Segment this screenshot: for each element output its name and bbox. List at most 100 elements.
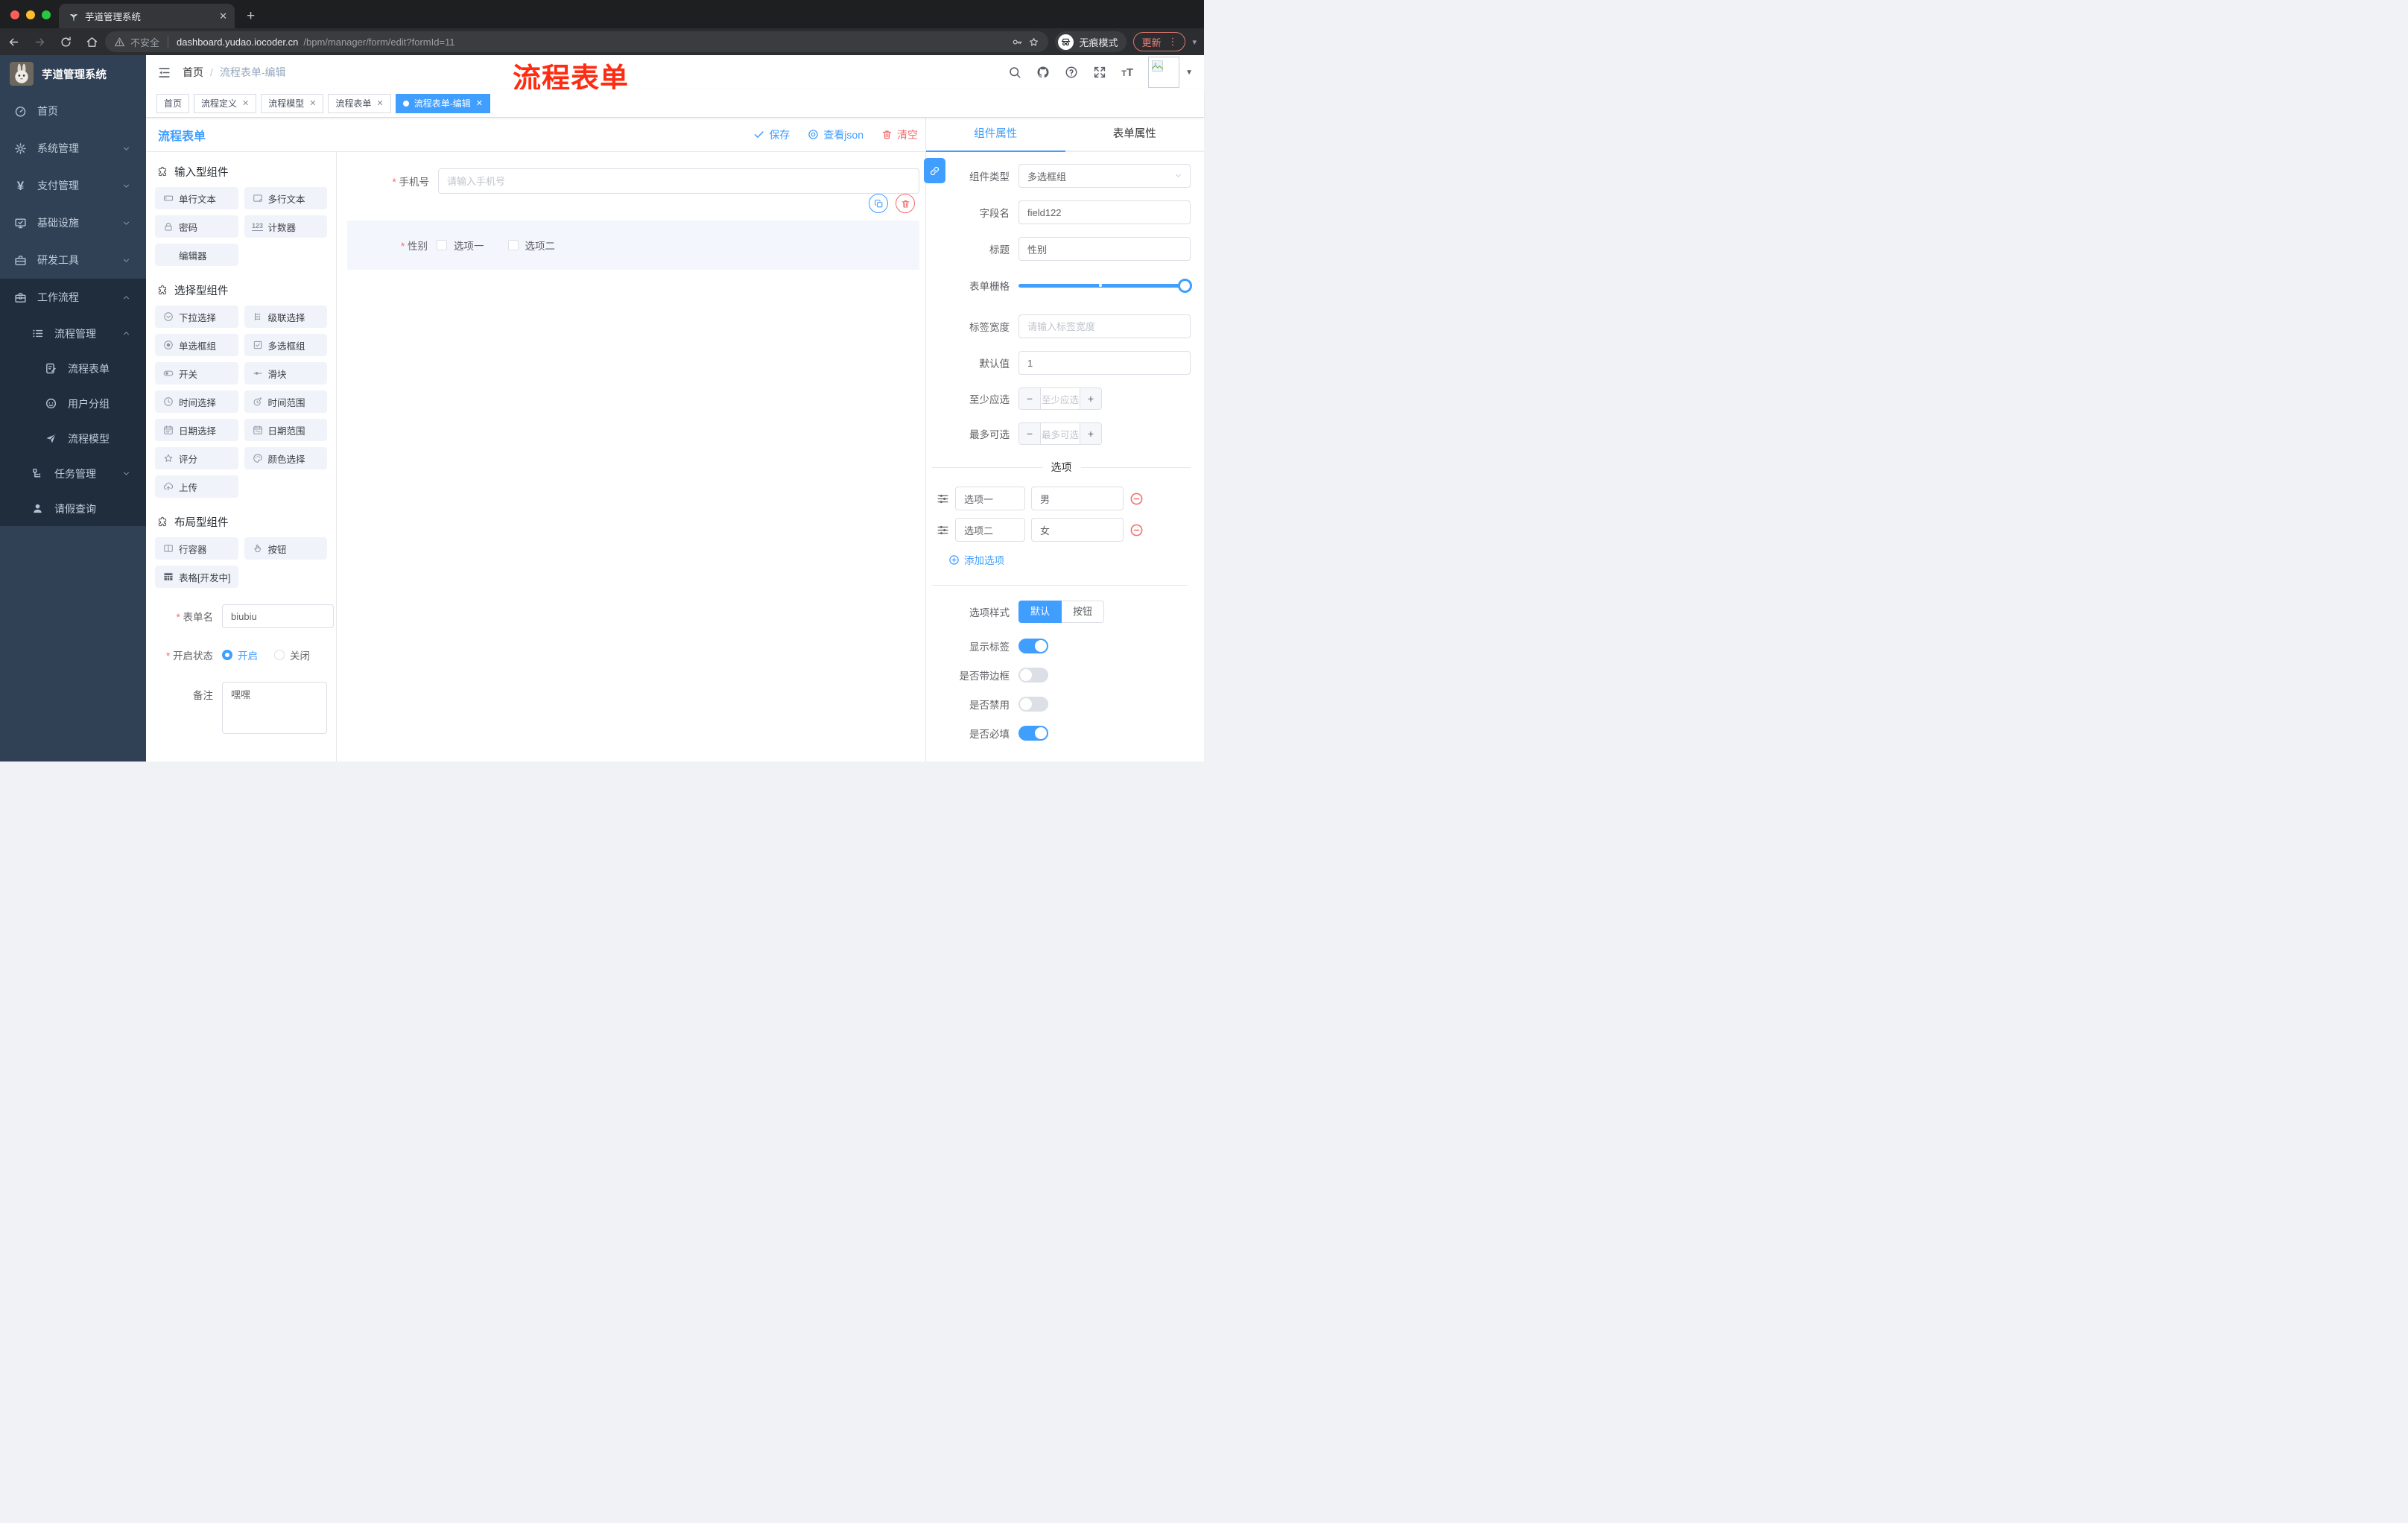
tag-流程表单-编辑[interactable]: 流程表单-编辑 ✕ xyxy=(395,93,490,113)
tag-close-icon[interactable]: ✕ xyxy=(476,98,483,108)
sidebar-logo-row[interactable]: 芋道管理系统 xyxy=(0,55,146,92)
tag-首页[interactable]: 首页 xyxy=(156,93,190,113)
form-grid-slider[interactable] xyxy=(1018,273,1192,297)
drag-sliders-icon[interactable] xyxy=(937,524,949,536)
link-badge-button[interactable] xyxy=(924,158,945,183)
add-option-button[interactable]: 添加选项 xyxy=(948,552,1191,567)
palette-chip-滑块[interactable]: 滑块 xyxy=(244,362,327,384)
palette-chip-计数器[interactable]: 123 计数器 xyxy=(244,215,327,238)
palette-chip-上传[interactable]: 上传 xyxy=(155,475,238,498)
profile-caret-icon[interactable]: ▾ xyxy=(1192,37,1197,47)
toggle-是否必填[interactable] xyxy=(1018,726,1048,741)
delete-component-button[interactable] xyxy=(896,194,915,213)
stepper-plus-button[interactable]: + xyxy=(1080,388,1101,409)
palette-chip-时间选择[interactable]: 时间选择 xyxy=(155,390,238,413)
tag-流程模型[interactable]: 流程模型 ✕ xyxy=(261,93,324,113)
bookmark-star-icon[interactable] xyxy=(1028,37,1039,48)
label-width-input[interactable] xyxy=(1018,314,1191,338)
toggle-是否禁用[interactable] xyxy=(1018,697,1048,712)
sidebar-item-流程模型[interactable]: 流程模型 xyxy=(0,421,146,456)
sidebar-item-工作流程[interactable]: 工作流程 xyxy=(0,279,146,316)
sidebar-item-系统管理[interactable]: 系统管理 xyxy=(0,130,146,167)
drag-sliders-icon[interactable] xyxy=(937,493,949,505)
new-tab-button[interactable]: + xyxy=(247,8,255,28)
stepper-plus-button[interactable]: + xyxy=(1080,423,1101,444)
sidebar-item-任务管理[interactable]: 任务管理 xyxy=(0,456,146,491)
title-input[interactable] xyxy=(1018,237,1191,261)
component-type-select[interactable] xyxy=(1018,164,1191,188)
breadcrumb-home[interactable]: 首页 xyxy=(183,65,203,80)
checkbox-option-选项二[interactable]: 选项二 xyxy=(507,238,555,253)
form-remark-textarea[interactable]: 嘿嘿 xyxy=(222,682,327,734)
key-icon[interactable] xyxy=(1012,37,1023,48)
github-icon[interactable] xyxy=(1036,66,1050,79)
zoom-window-button[interactable] xyxy=(42,10,51,19)
designer-action-查看json[interactable]: 查看json xyxy=(808,127,864,142)
palette-chip-行容器[interactable]: 行容器 xyxy=(155,537,238,560)
remove-option-icon[interactable] xyxy=(1129,492,1144,506)
status-radio-开启[interactable]: 开启 xyxy=(222,647,258,662)
tag-close-icon[interactable]: ✕ xyxy=(242,98,249,108)
update-browser-button[interactable]: 更新 ⋮ xyxy=(1133,32,1186,51)
option-value-input[interactable] xyxy=(1031,487,1124,510)
traffic-lights[interactable] xyxy=(10,10,51,19)
palette-chip-开关[interactable]: 开关 xyxy=(155,362,238,384)
palette-chip-编辑器[interactable]: 编辑器 xyxy=(155,244,238,266)
designer-action-清空[interactable]: 清空 xyxy=(881,127,918,142)
palette-chip-下拉选择[interactable]: 下拉选择 xyxy=(155,305,238,328)
palette-chip-密码[interactable]: 密码 xyxy=(155,215,238,238)
palette-chip-表格[开发中][interactable]: 表格[开发中] xyxy=(155,566,238,588)
sidebar-item-基础设施[interactable]: 基础设施 xyxy=(0,204,146,241)
style-choice-按钮[interactable]: 按钮 xyxy=(1062,601,1105,623)
address-bar[interactable]: 不安全 dashboard.yudao.iocoder.cn/bpm/manag… xyxy=(105,31,1049,52)
palette-chip-级联选择[interactable]: 级联选择 xyxy=(244,305,327,328)
sidebar-item-研发工具[interactable]: 研发工具 xyxy=(0,241,146,279)
fontsize-icon[interactable]: TT xyxy=(1121,66,1133,79)
fullscreen-icon[interactable] xyxy=(1093,66,1106,79)
palette-chip-多行文本[interactable]: 多行文本 xyxy=(244,187,327,209)
minimize-window-button[interactable] xyxy=(26,10,35,19)
option-label-input[interactable] xyxy=(955,518,1025,542)
slider-handle[interactable] xyxy=(1178,278,1192,293)
close-window-button[interactable] xyxy=(10,10,19,19)
toggle-是否带边框[interactable] xyxy=(1018,668,1048,683)
tab-close-icon[interactable]: ✕ xyxy=(219,10,227,22)
avatar-broken-image[interactable] xyxy=(1148,57,1180,88)
sidebar-item-流程表单[interactable]: 流程表单 xyxy=(0,351,146,386)
palette-chip-日期选择[interactable]: 日期选择 xyxy=(155,419,238,441)
duplicate-component-button[interactable] xyxy=(869,194,888,213)
sidebar-item-请假查询[interactable]: 请假查询 xyxy=(0,491,146,526)
status-radio-关闭[interactable]: 关闭 xyxy=(274,647,310,662)
designer-action-保存[interactable]: 保存 xyxy=(753,127,790,142)
toggle-显示标签[interactable] xyxy=(1018,639,1048,653)
canvas-field-phone[interactable]: 手机号 xyxy=(347,168,919,194)
sidebar-item-用户分组[interactable]: 用户分组 xyxy=(0,386,146,421)
form-name-input[interactable] xyxy=(222,604,334,628)
browser-tab[interactable]: 芋道管理系统 ✕ xyxy=(59,4,235,28)
palette-chip-单行文本[interactable]: 单行文本 xyxy=(155,187,238,209)
tag-流程定义[interactable]: 流程定义 ✕ xyxy=(194,93,257,113)
palette-chip-颜色选择[interactable]: 颜色选择 xyxy=(244,447,327,469)
checkbox-icon[interactable] xyxy=(507,240,519,250)
sidebar-item-流程管理[interactable]: 流程管理 xyxy=(0,316,146,351)
security-label[interactable]: 不安全 xyxy=(130,35,159,49)
checkbox-icon[interactable] xyxy=(437,240,447,250)
palette-chip-按钮[interactable]: 按钮 xyxy=(244,537,327,560)
remove-option-icon[interactable] xyxy=(1129,523,1144,537)
palette-chip-时间范围[interactable]: 时间范围 xyxy=(244,390,327,413)
palette-chip-多选框组[interactable]: 多选框组 xyxy=(244,334,327,356)
reload-icon[interactable] xyxy=(60,36,72,48)
phone-input[interactable] xyxy=(438,168,919,194)
style-choice-默认[interactable]: 默认 xyxy=(1018,601,1062,623)
forward-icon[interactable] xyxy=(34,36,46,48)
canvas-field-gender-selected[interactable]: 性别 选项一 选项二 xyxy=(347,194,919,270)
sidebar-item-支付管理[interactable]: ¥ 支付管理 xyxy=(0,167,146,204)
tab-表单属性[interactable]: 表单属性 xyxy=(1065,118,1205,152)
form-canvas[interactable]: 手机号 性别 选项一 选项二 xyxy=(337,152,925,762)
tab-组件属性[interactable]: 组件属性 xyxy=(926,118,1065,152)
palette-chip-日期范围[interactable]: 日期范围 xyxy=(244,419,327,441)
question-icon[interactable] xyxy=(1065,66,1078,79)
option-label-input[interactable] xyxy=(955,487,1025,510)
tag-close-icon[interactable]: ✕ xyxy=(309,98,316,108)
stepper-minus-button[interactable]: − xyxy=(1019,388,1041,409)
